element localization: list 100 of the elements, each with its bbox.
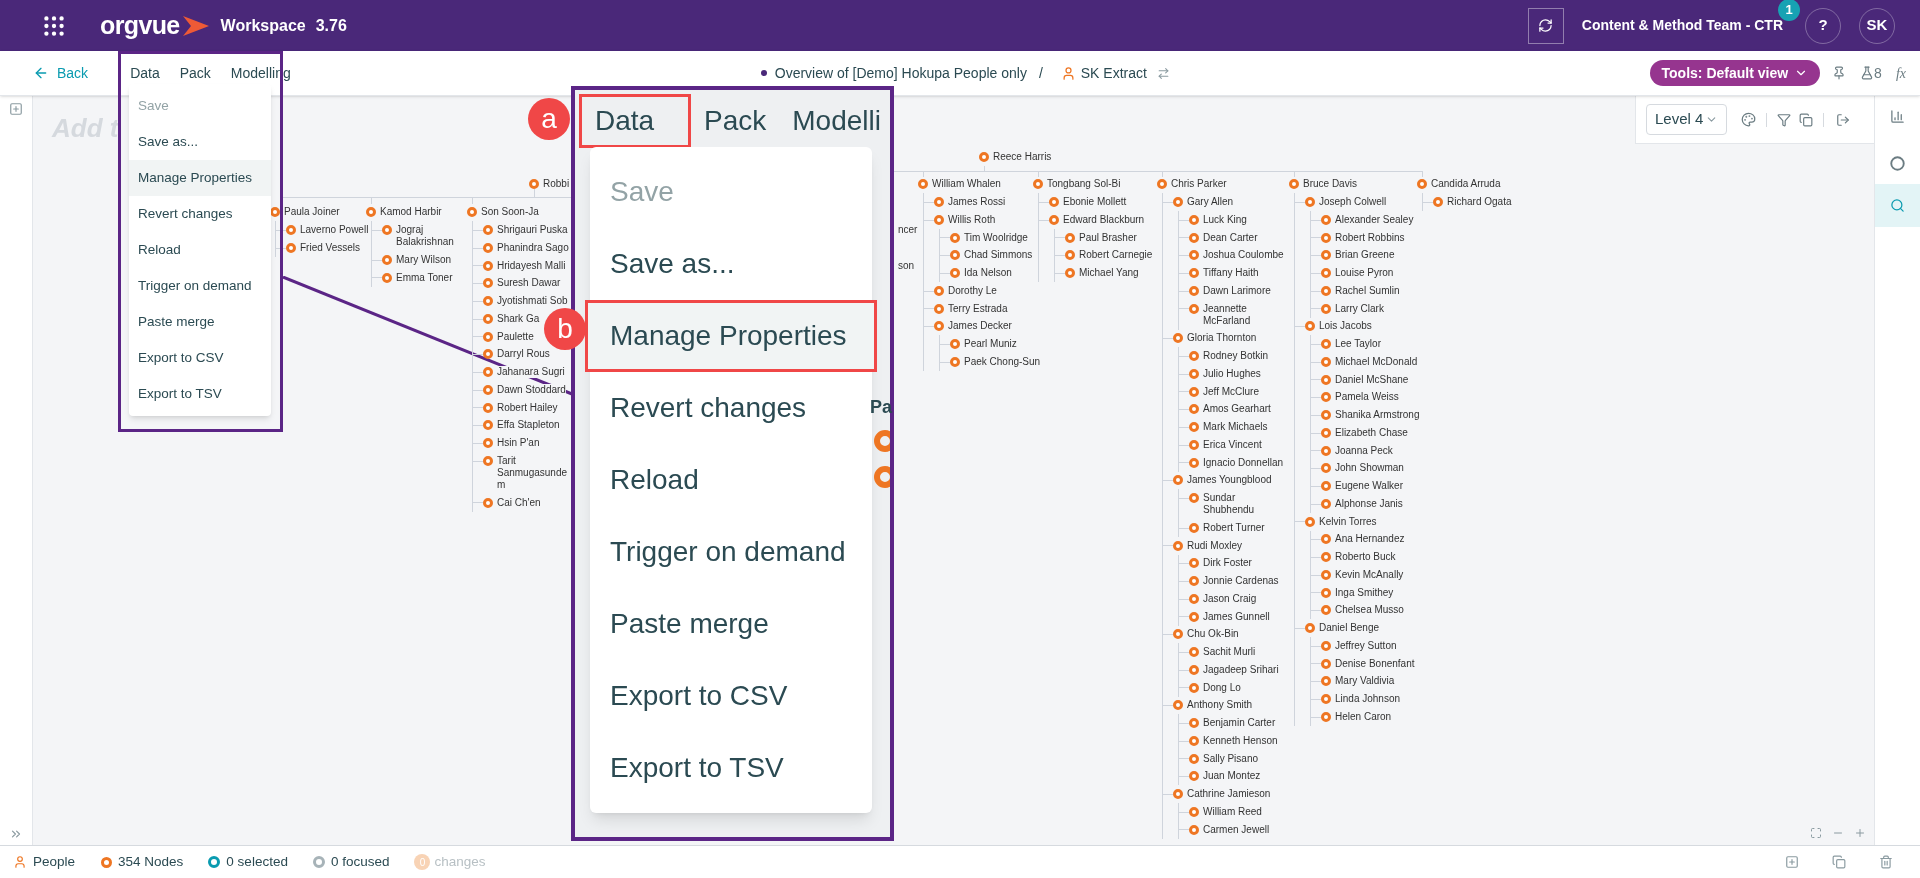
level-select[interactable]: Level 4: [1646, 104, 1727, 135]
node-icon: [1417, 179, 1427, 190]
node-icon: [1321, 250, 1331, 261]
node-icon: [1321, 711, 1331, 722]
menu-item[interactable]: Reload: [590, 444, 872, 516]
node-icon: [286, 242, 296, 253]
menu-item[interactable]: Save as...: [590, 228, 872, 300]
pin-icon[interactable]: [1832, 66, 1847, 80]
add-icon[interactable]: [1785, 855, 1799, 869]
node-icon: [1049, 197, 1059, 208]
view-name[interactable]: SK Extract: [1080, 62, 1147, 84]
node-label: Tiffany Haith: [1203, 267, 1259, 280]
menu-item[interactable]: Save as...: [129, 124, 271, 160]
node-icon: [1321, 676, 1331, 687]
fit-icon[interactable]: [1810, 827, 1822, 839]
node-icon: [1173, 333, 1183, 344]
node-icon: [483, 331, 493, 342]
node-icon: [1189, 593, 1199, 604]
node-icon: [483, 296, 493, 307]
flask-icon: [1860, 66, 1875, 80]
node-label: Effa Stapleton: [497, 419, 560, 432]
node-icon: [1189, 753, 1199, 764]
menu-item[interactable]: Export to CSV: [590, 660, 872, 732]
node-icon: [1321, 569, 1331, 580]
node-icon: [934, 285, 944, 296]
menu-item[interactable]: Manage Properties: [129, 160, 271, 196]
menu-item[interactable]: Manage Properties: [585, 300, 877, 372]
node-icon: [483, 497, 493, 508]
node-label: Benjamin Carter: [1203, 717, 1276, 730]
node-label: Shrigauri Puska: [497, 224, 568, 237]
nodes-count: 354 Nodes: [118, 852, 184, 871]
node-icon: [1033, 179, 1043, 190]
menu-tab[interactable]: Data: [130, 62, 160, 84]
search-tab[interactable]: [1875, 184, 1920, 227]
menu-item[interactable]: Export to TSV: [129, 376, 271, 412]
node-label: Gary Allen: [1187, 196, 1234, 209]
node-icon: [1321, 552, 1331, 563]
selected-count: 0 selected: [226, 852, 288, 871]
node-icon: [1321, 658, 1331, 669]
dataset-label[interactable]: People: [33, 851, 76, 873]
node-icon: [1189, 368, 1199, 379]
node-icon: [1189, 422, 1199, 433]
lens-count[interactable]: 8: [1860, 62, 1882, 84]
node-label: son: [898, 259, 915, 272]
menu-item[interactable]: Export to TSV: [590, 732, 872, 804]
tools-dropdown[interactable]: Tools: Default view: [1649, 60, 1821, 86]
formula-button[interactable]: fx: [1895, 62, 1906, 84]
circle-icon[interactable]: [1890, 156, 1905, 171]
trash-icon[interactable]: [1879, 855, 1893, 869]
node-icon: [1321, 534, 1331, 545]
menu-item[interactable]: Revert changes: [590, 372, 872, 444]
node-icon: [1321, 392, 1331, 403]
menu-item[interactable]: Revert changes: [129, 196, 271, 232]
node-icon: [934, 214, 944, 225]
filter-icon[interactable]: [1777, 112, 1791, 127]
menu-item[interactable]: Trigger on demand: [590, 516, 872, 588]
node-label: Jyotishmati Sob: [497, 295, 568, 308]
person-icon: [1060, 65, 1076, 81]
menu-item[interactable]: Reload: [129, 232, 271, 268]
node-icon: [483, 402, 493, 413]
menu-item[interactable]: Paste merge: [129, 304, 271, 340]
node-icon: [1189, 682, 1199, 693]
dataset-name[interactable]: Overview of [Demo] Hokupa People only: [774, 62, 1027, 84]
node-icon: [1065, 268, 1075, 279]
sync-button[interactable]: [1527, 7, 1564, 44]
node-icon: [483, 420, 493, 431]
layers-icon[interactable]: [1799, 112, 1813, 127]
node-icon: [483, 438, 493, 449]
add-icon[interactable]: [9, 102, 23, 116]
node-icon: [1189, 250, 1199, 261]
node-icon: [1433, 197, 1443, 208]
switch-icon[interactable]: [1156, 66, 1170, 80]
node-icon: [979, 151, 989, 162]
node-label: Darryl Rous: [497, 348, 550, 361]
expand-icon[interactable]: [9, 827, 23, 841]
node-icon: [1173, 789, 1183, 800]
chart-icon[interactable]: [1890, 109, 1905, 124]
menu-item[interactable]: Export to CSV: [129, 340, 271, 376]
node-icon: [1189, 303, 1199, 314]
palette-icon[interactable]: [1741, 112, 1756, 127]
menu-tab[interactable]: Modelli: [779, 94, 894, 148]
logo-chevron-icon: [182, 15, 209, 36]
menu-item[interactable]: Paste merge: [590, 588, 872, 660]
zoom-in-icon[interactable]: [1854, 827, 1866, 839]
node-icon: [1189, 647, 1199, 658]
node-icon: [483, 384, 493, 395]
product-name: Workspace: [220, 15, 306, 36]
node-icon: [382, 225, 392, 236]
person-icon: [13, 855, 27, 869]
node-icon: [1189, 806, 1199, 817]
node-icon: [467, 207, 477, 218]
node-icon: [286, 225, 296, 236]
node-icon: [934, 197, 944, 208]
menu-item[interactable]: Trigger on demand: [129, 268, 271, 304]
menu-tab[interactable]: Pack: [691, 94, 780, 148]
node-label: Shanika Armstrong: [1335, 409, 1420, 422]
exit-icon[interactable]: [1836, 112, 1850, 127]
menu-tab[interactable]: Pack: [179, 62, 211, 84]
node-label: James Youngblood: [1187, 474, 1272, 487]
copy-icon[interactable]: [1832, 855, 1846, 869]
